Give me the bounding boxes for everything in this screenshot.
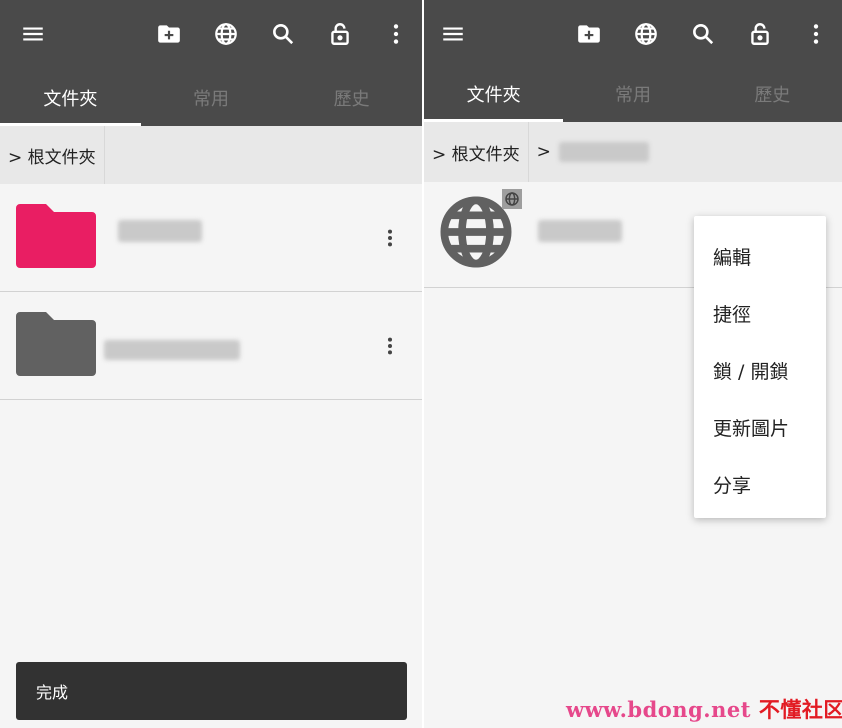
left-screen: 文件夾 常用 歷史 > 根文件夾 完成 <box>0 0 422 728</box>
folder-icon <box>16 204 96 268</box>
item-menu-icon[interactable] <box>378 328 402 364</box>
tab-folders[interactable]: 文件夾 <box>424 66 564 122</box>
tab-folders[interactable]: 文件夾 <box>0 70 141 126</box>
breadcrumb-separator: > <box>536 142 551 162</box>
redacted-item-name <box>104 340 240 360</box>
app-bar: 文件夾 常用 歷史 <box>0 0 422 126</box>
menu-item-edit[interactable]: 編輯 <box>694 228 826 285</box>
tab-bar: 文件夾 常用 歷史 <box>424 66 842 122</box>
menu-icon[interactable] <box>15 16 51 52</box>
right-screen: 文件夾 常用 歷史 > 根文件夾 > 編輯 捷徑 鎖 / 開鎖 更新圖片 分享 <box>424 0 842 728</box>
menu-item-update-image[interactable]: 更新圖片 <box>694 399 826 456</box>
globe-icon[interactable] <box>628 16 664 52</box>
folder-icon <box>16 312 96 376</box>
app-bar: 文件夾 常用 歷史 <box>424 0 842 122</box>
tab-favorites[interactable]: 常用 <box>563 66 702 122</box>
search-icon[interactable] <box>265 16 301 52</box>
new-folder-icon[interactable] <box>571 16 607 52</box>
list-item[interactable] <box>0 184 422 292</box>
snackbar: 完成 <box>16 662 407 720</box>
context-menu: 編輯 捷徑 鎖 / 開鎖 更新圖片 分享 <box>694 216 826 518</box>
tab-bar: 文件夾 常用 歷史 <box>0 70 422 126</box>
globe-icon[interactable] <box>208 16 244 52</box>
web-badge-icon <box>502 189 522 209</box>
breadcrumb: > 根文件夾 <box>0 126 422 184</box>
menu-icon[interactable] <box>435 16 471 52</box>
redacted-item-name <box>538 220 622 242</box>
more-vert-icon[interactable] <box>798 16 834 52</box>
tab-history[interactable]: 歷史 <box>281 70 422 126</box>
breadcrumb-current[interactable]: > <box>529 122 657 182</box>
watermark-site: www.bdong.net <box>566 697 751 722</box>
list-item[interactable] <box>0 292 422 400</box>
unlock-icon[interactable] <box>742 16 778 52</box>
new-folder-icon[interactable] <box>151 16 187 52</box>
tab-history[interactable]: 歷史 <box>703 66 842 122</box>
more-vert-icon[interactable] <box>378 16 414 52</box>
snackbar-message: 完成 <box>36 683 69 702</box>
watermark-brand: 不懂社区 <box>758 697 842 722</box>
redacted-item-name <box>118 220 202 242</box>
menu-item-share[interactable]: 分享 <box>694 456 826 513</box>
redacted-folder-name <box>558 142 649 162</box>
unlock-icon[interactable] <box>322 16 358 52</box>
watermark: www.bdong.net 不懂社区 <box>566 694 842 724</box>
search-icon[interactable] <box>685 16 721 52</box>
menu-item-shortcut[interactable]: 捷徑 <box>694 285 826 342</box>
breadcrumb: > 根文件夾 > <box>424 122 842 182</box>
breadcrumb-root[interactable]: > 根文件夾 <box>424 122 529 182</box>
tab-favorites[interactable]: 常用 <box>141 70 282 126</box>
menu-item-lock-unlock[interactable]: 鎖 / 開鎖 <box>694 342 826 399</box>
breadcrumb-root[interactable]: > 根文件夾 <box>0 126 105 184</box>
item-menu-icon[interactable] <box>378 220 402 256</box>
